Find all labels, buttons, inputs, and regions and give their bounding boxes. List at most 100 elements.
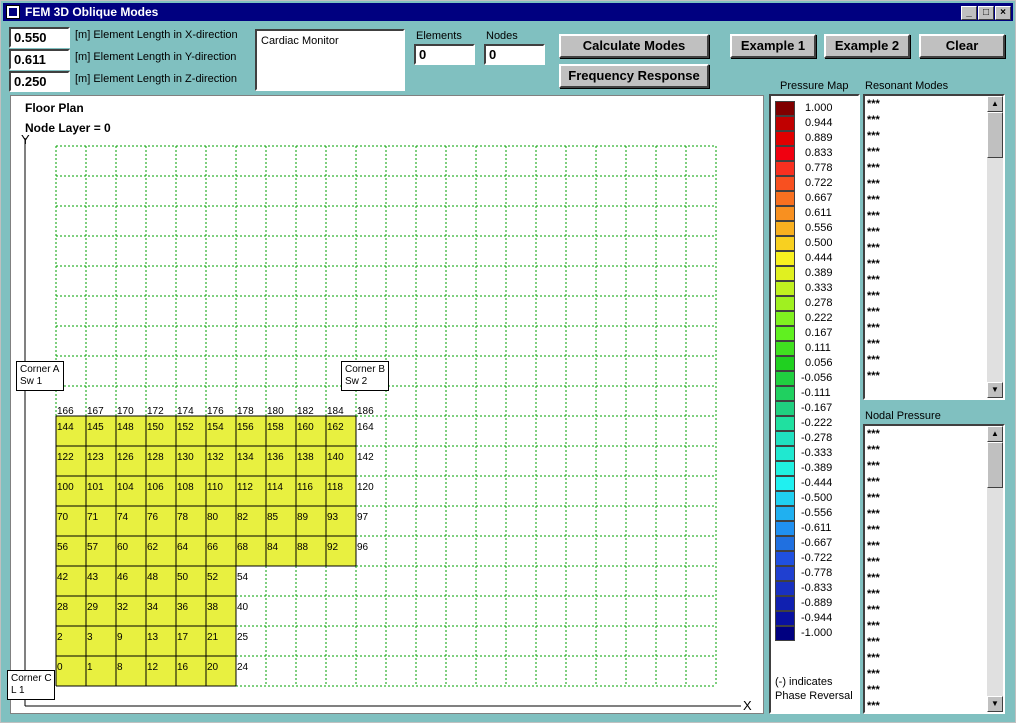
z-length-input[interactable]: 0.250: [9, 71, 70, 92]
legend-value: 0.667: [805, 192, 833, 204]
node-label: 9: [117, 632, 123, 643]
list-item[interactable]: ***: [865, 160, 1003, 176]
list-item[interactable]: ***: [865, 634, 1003, 650]
scroll-down-arrow-icon[interactable]: ▼: [987, 382, 1003, 398]
list-item[interactable]: ***: [865, 336, 1003, 352]
phase-note-1: (-) indicates: [775, 676, 833, 688]
list-item[interactable]: ***: [865, 96, 1003, 112]
list-item[interactable]: ***: [865, 224, 1003, 240]
scroll-thumb[interactable]: [987, 112, 1003, 158]
legend-value: -0.500: [801, 492, 833, 504]
list-item[interactable]: ***: [865, 368, 1003, 384]
list-item[interactable]: ***: [865, 272, 1003, 288]
legend-row: -0.611: [775, 521, 855, 536]
close-button[interactable]: ×: [995, 6, 1011, 20]
list-item[interactable]: ***: [865, 240, 1003, 256]
node-label: 116: [297, 482, 313, 493]
example-1-button[interactable]: Example 1: [730, 34, 816, 58]
minimize-button[interactable]: _: [961, 6, 977, 20]
legend-value: 0.444: [805, 252, 833, 264]
app-icon[interactable]: [6, 5, 20, 19]
scroll-up-arrow-icon[interactable]: ▲: [987, 96, 1003, 112]
list-item[interactable]: ***: [865, 442, 1003, 458]
node-label: 32: [117, 602, 129, 613]
legend-swatch: [775, 416, 795, 431]
description-textarea[interactable]: Cardiac Monitor: [255, 29, 405, 91]
node-label: 150: [147, 422, 164, 433]
list-item[interactable]: ***: [865, 538, 1003, 554]
list-item[interactable]: ***: [865, 256, 1003, 272]
node-label: 93: [327, 512, 339, 523]
node-label: 114: [267, 482, 283, 493]
x-length-input[interactable]: 0.550: [9, 27, 70, 48]
scroll-up-arrow-icon[interactable]: ▲: [987, 426, 1003, 442]
title-bar[interactable]: FEM 3D Oblique Modes _ □ ×: [3, 3, 1013, 21]
list-item[interactable]: ***: [865, 586, 1003, 602]
list-item[interactable]: ***: [865, 176, 1003, 192]
node-label: 154: [207, 422, 224, 433]
legend-row: -0.500: [775, 491, 855, 506]
list-item[interactable]: ***: [865, 112, 1003, 128]
calculate-modes-button[interactable]: Calculate Modes: [559, 34, 709, 58]
y-length-input[interactable]: 0.611: [9, 49, 70, 70]
list-item[interactable]: ***: [865, 320, 1003, 336]
node-label: 123: [87, 452, 104, 463]
resonant-modes-title: Resonant Modes: [865, 80, 949, 92]
scroll-down-arrow-icon[interactable]: ▼: [987, 696, 1003, 712]
node-label: 145: [87, 422, 104, 433]
list-item[interactable]: ***: [865, 506, 1003, 522]
frequency-response-button[interactable]: Frequency Response: [559, 64, 709, 88]
example-2-button[interactable]: Example 2: [824, 34, 910, 58]
resonant-modes-list[interactable]: *** *** *** *** *** *** *** *** *** *** *** *** *** *…: [863, 94, 1005, 400]
list-item[interactable]: ***: [865, 128, 1003, 144]
y-axis-label: Y: [21, 132, 30, 147]
legend-swatch: [775, 356, 795, 371]
resonant-scrollbar[interactable]: ▲ ▼: [987, 96, 1003, 398]
list-item[interactable]: ***: [865, 554, 1003, 570]
list-item[interactable]: ***: [865, 426, 1003, 442]
list-item[interactable]: ***: [865, 208, 1003, 224]
corner-a-box[interactable]: Corner A Sw 1: [16, 361, 64, 391]
legend-value: 0.833: [805, 147, 833, 159]
list-item[interactable]: ***: [865, 474, 1003, 490]
node-label: 167: [87, 406, 104, 417]
node-label: 2: [57, 632, 63, 643]
list-item[interactable]: ***: [865, 698, 1003, 712]
list-item[interactable]: ***: [865, 458, 1003, 474]
y-length-label: [m] Element Length in Y-direction: [75, 51, 237, 63]
legend-row: -0.778: [775, 566, 855, 581]
legend-value: -0.333: [801, 447, 833, 459]
list-item[interactable]: ***: [865, 490, 1003, 506]
elements-count: 0: [414, 44, 475, 65]
list-item[interactable]: ***: [865, 570, 1003, 586]
z-length-label: [m] Element Length in Z-direction: [75, 73, 238, 85]
nodal-scrollbar[interactable]: ▲ ▼: [987, 426, 1003, 712]
list-item[interactable]: ***: [865, 192, 1003, 208]
corner-c-box[interactable]: Corner C L 1: [7, 670, 55, 700]
list-item[interactable]: ***: [865, 352, 1003, 368]
legend-value: -0.167: [801, 402, 833, 414]
nodal-pressure-list[interactable]: *** *** *** *** *** *** *** *** *** *** *** *** *** *…: [863, 424, 1005, 714]
floor-plan-canvas[interactable]: Floor Plan Node Layer = 0 Y X 166 167 170 172…: [7, 95, 764, 714]
list-item[interactable]: ***: [865, 602, 1003, 618]
corner-b-box[interactable]: Corner B Sw 2: [341, 361, 389, 391]
list-item[interactable]: ***: [865, 144, 1003, 160]
legend-row: 0.889: [775, 131, 855, 146]
list-item[interactable]: ***: [865, 618, 1003, 634]
legend-swatch: [775, 281, 795, 296]
legend-row: 0.611: [775, 206, 855, 221]
node-label: 16: [177, 662, 189, 673]
scroll-thumb[interactable]: [987, 442, 1003, 488]
list-item[interactable]: ***: [865, 288, 1003, 304]
clear-button[interactable]: Clear: [919, 34, 1005, 58]
node-label: 92: [327, 542, 339, 553]
node-label: 176: [207, 406, 224, 417]
list-item[interactable]: ***: [865, 650, 1003, 666]
node-label: 17: [177, 632, 189, 643]
legend-value: 0.722: [805, 177, 833, 189]
list-item[interactable]: ***: [865, 522, 1003, 538]
list-item[interactable]: ***: [865, 666, 1003, 682]
list-item[interactable]: ***: [865, 682, 1003, 698]
maximize-button[interactable]: □: [978, 6, 994, 20]
list-item[interactable]: ***: [865, 304, 1003, 320]
